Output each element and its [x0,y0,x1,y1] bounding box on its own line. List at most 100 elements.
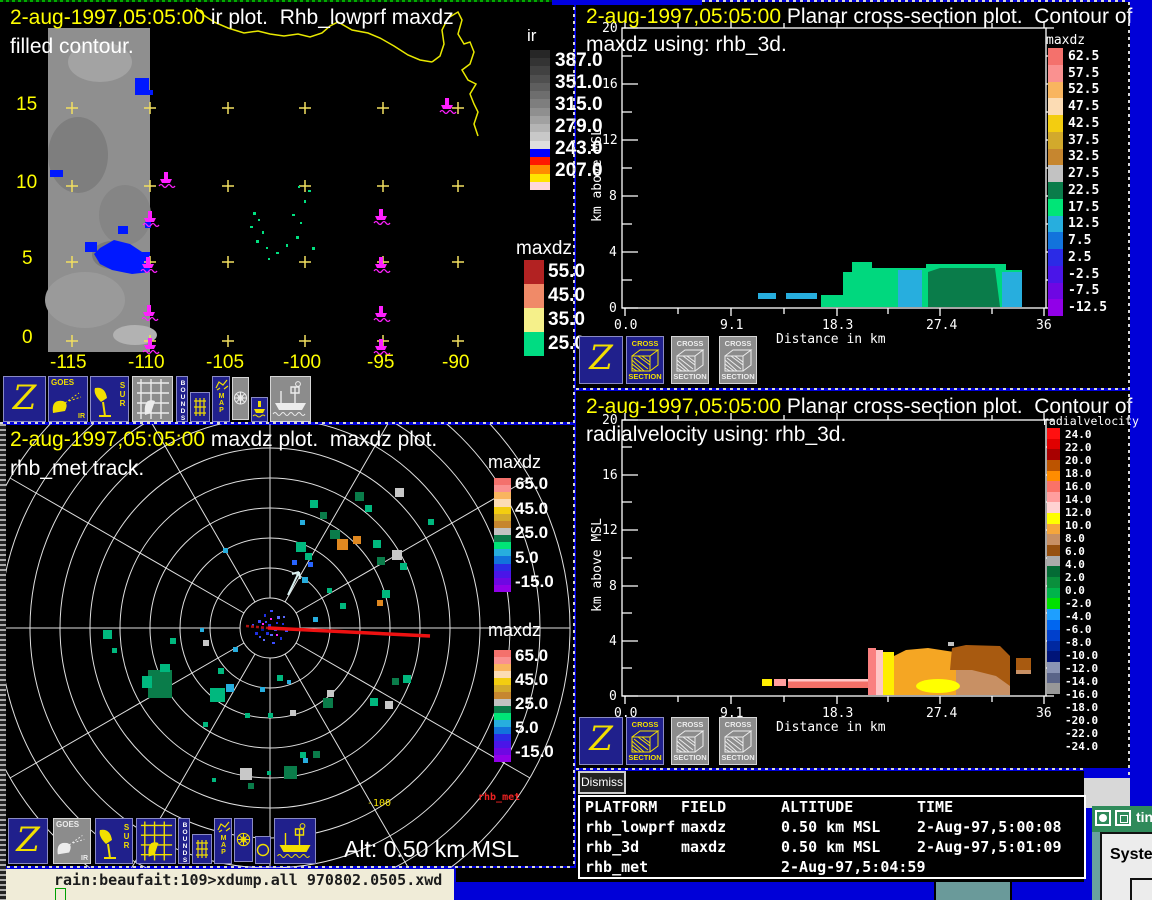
cross-section-button[interactable]: CROSS SECTION [671,336,709,384]
window-restore-icon[interactable] [1115,810,1131,826]
q4-title-line2: radialvelocity using: rhb_3d. [586,423,846,447]
q1-xtick: -100 [283,352,321,374]
ship-icon [271,377,310,421]
q4-velocity-colorbar: radialvelocity 24.022.020.018.016.014.01… [1042,414,1130,704]
grid-icon [193,835,211,863]
colorbar-values: 65.045.025.05.0-15.0 [515,646,554,762]
q1-xtick: -90 [442,352,469,374]
colorbar-values: 62.557.552.547.542.537.532.527.522.517.5… [1068,48,1107,316]
window-menu-icon[interactable] [1095,810,1111,826]
grid-icon [191,393,209,421]
q4-timestamp: 2-aug-1997,05:05:00 [586,395,781,418]
system-dialog: System [1100,832,1152,900]
grid-radar-button[interactable] [136,818,176,864]
ir-colorbar: ir 387.0351.0315.0279.0243.0207.0 [520,26,630,194]
q4-xlabel: Distance in km [776,720,886,735]
system-dialog-label: System [1110,846,1152,864]
q2-xtick: 27.4 [926,318,957,333]
sur-radar-button[interactable]: SUR [95,818,133,864]
buoy-markers [141,98,456,355]
tin-window-titlebar[interactable]: tin [1092,806,1152,832]
system-dialog-button[interactable] [1130,878,1152,900]
altitude-label: Alt: 0.50 km MSL [344,836,519,863]
track-legend-label: rhb_met [478,792,520,803]
q4-xtick: 36 [1036,706,1052,721]
zeb-z-icon: Z [580,719,622,759]
wheel-icon [235,819,252,861]
cross-section-button[interactable]: CROSS SECTION [671,717,709,765]
buoy-button[interactable] [251,397,268,422]
radar-wheel-button[interactable] [232,377,249,420]
small-grid-button[interactable] [192,834,212,864]
q2-xtick: 18.3 [822,318,853,333]
cube-icon [629,348,663,374]
platform-times-table: PLATFORMFIELDALTITUDETIME rhb_lowprfmaxd… [578,795,1086,879]
cube-icon [629,729,663,755]
q4-ytick: 12 [602,523,618,538]
taskbar-fragment [934,882,1012,900]
cross-section-button-active[interactable]: CROSS SECTION [626,336,664,384]
zeb-z-icon: Z [9,820,47,860]
grid-dish-icon [137,819,175,863]
window-stipple-border [0,424,6,900]
q4-xtick: 27.4 [926,706,957,721]
zeb-z-icon: Z [4,378,45,418]
tin-window-title: tin [1136,809,1152,825]
q4-ytick: 8 [609,579,617,594]
terminal-window[interactable]: rain:beaufait:109>xdump.all 970802.0505.… [6,869,454,900]
q4-container: 2-aug-1997,05:05:00 Planar cross-section… [576,390,1130,770]
circle-button[interactable] [255,836,271,864]
colorbar-values: 24.022.020.018.016.014.012.010.08.06.04.… [1065,428,1098,694]
cube-icon [674,348,708,374]
window-border-fragment [1092,832,1100,900]
grid-radar-button[interactable] [132,376,173,422]
map-button[interactable]: MAP [214,818,232,864]
goes-ir-button[interactable]: GOES IR [53,818,91,864]
zeb-z-icon: Z [580,338,622,378]
terminal-prompt-line: rain:beaufait:109>xdump.all 970802.0505.… [54,871,442,889]
reflectivity-cells [103,488,434,789]
q3-maxdz-colorbar-2: maxdz 65.045.025.05.0-15.0 [486,620,574,774]
q4-xtick: 18.3 [822,706,853,721]
q1-ytick: 15 [16,94,37,116]
radar-dish-icon [91,380,115,420]
q1-ytick: 5 [22,248,33,270]
q1-xtick: -110 [128,352,165,374]
zeb-logo-button[interactable]: Z [3,376,46,422]
q3-maxdz-colorbar-1: maxdz 65.045.025.05.0-15.0 [486,452,574,602]
cross-section-button-active[interactable]: CROSS SECTION [626,717,664,765]
cross-section-button[interactable]: CROSS SECTION [719,336,757,384]
small-grid-button[interactable] [190,392,210,422]
map-icon [216,820,232,834]
goes-ir-button[interactable]: GOES IR [48,376,88,422]
sur-radar-button[interactable]: SUR [90,376,129,422]
q2-title: 2-aug-1997,05:05:00 Planar cross-section… [586,5,1132,29]
zeb-logo-button[interactable]: Z [579,336,623,384]
q1-title-line2: filled contour. [10,35,134,59]
xsec-velocity-contours [762,642,1031,695]
map-button[interactable]: MAP [212,376,230,422]
colorbar-values: 387.0351.0315.0279.0243.0207.0 [555,50,603,182]
q1-xtick: -95 [367,352,394,374]
q4-ytick: 16 [602,468,618,483]
q1-ytick: 10 [16,172,37,194]
grid-dish-icon [133,377,172,421]
zeb-logo-button[interactable]: Z [8,818,48,864]
radar-wheel-button[interactable] [234,818,253,862]
q1-xtick: -115 [50,352,87,374]
colorbar-values: 65.045.025.05.0-15.0 [515,474,554,592]
dismiss-button[interactable]: Dismiss [578,771,626,794]
q3-container: 2-aug-1997,05:05:00 maxdz plot. maxdz pl… [0,424,574,868]
bounds-button[interactable]: BOUNDS [178,818,190,864]
cube-icon [722,348,756,374]
cross-section-button[interactable]: CROSS SECTION [719,717,757,765]
q1-title: 2-aug-1997,05:05:00 ir plot. Rhb_lowprf … [10,6,454,30]
window-frame-corner [1084,778,1130,808]
q2-container: 2-aug-1997,05:05:00 Planar cross-section… [576,0,1130,390]
table-row: rhb_lowprfmaxdz0.50 km MSL2-Aug-97,5:00:… [580,817,1084,837]
zeb-logo-button[interactable]: Z [579,717,623,765]
ship-button[interactable] [274,818,316,864]
bounds-button[interactable]: BOUNDS [176,376,188,422]
ship-button[interactable] [270,376,311,422]
table-header: PLATFORMFIELDALTITUDETIME [580,797,1084,817]
